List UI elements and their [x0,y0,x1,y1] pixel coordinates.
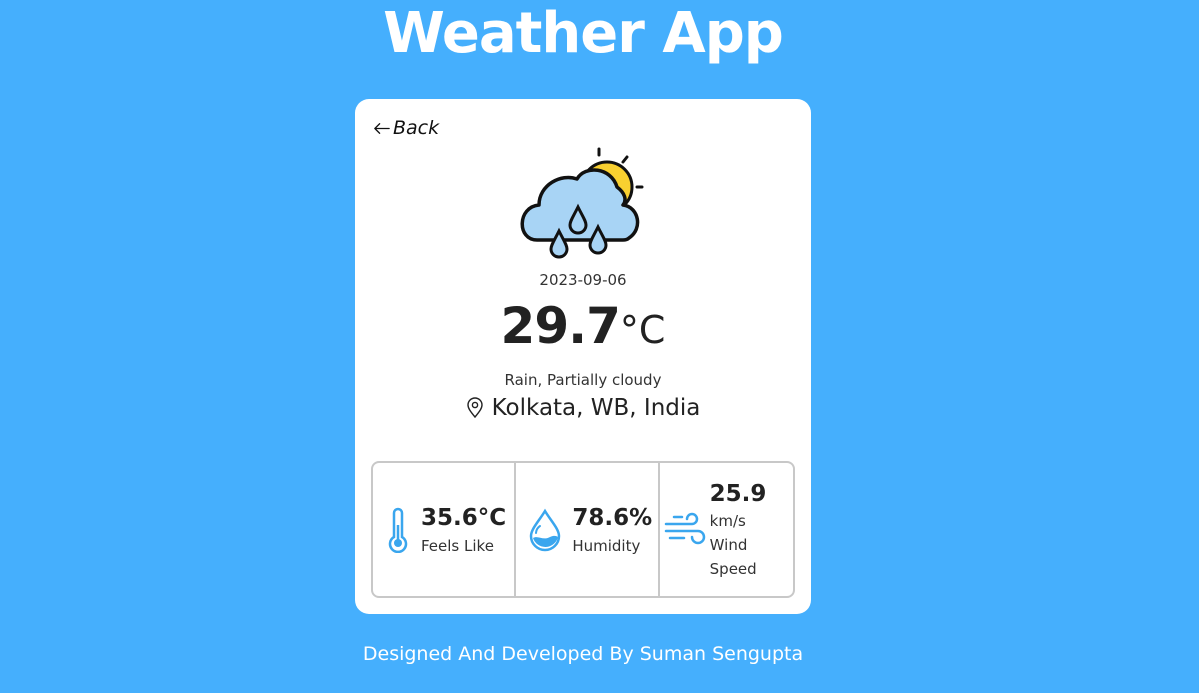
location-label: Kolkata, WB, India [491,395,701,421]
stats-panel: 35.6°C Feels Like 78.6% Humidity 25.9 km… [371,461,795,598]
temperature-value: 29.7 [500,297,621,355]
thermometer-icon [388,507,408,553]
water-drop-icon [530,508,561,551]
humidity-value: 78.6% [572,504,653,531]
condition-label: Rain, Partially cloudy [504,371,662,389]
feels-like-value: 35.6°C [421,504,507,531]
wind-unit: km/s [709,511,746,530]
footer-credit: Designed And Developed By Suman Sengupta [362,643,804,665]
wind-icon [664,512,705,544]
temperature-unit: °C [619,308,666,352]
date-label: 2023-09-06 [539,271,627,289]
stat-feels-like: 35.6°C Feels Like [373,463,517,596]
location: Kolkata, WB, India [355,395,811,421]
rain-cloud-sun-icon [520,147,644,259]
weather-card: Back 2023-09-06 29.7°C Rain, Partially c… [355,99,811,614]
arrow-left-icon [374,122,390,134]
stat-humidity: 78.6% Humidity [516,463,660,596]
wind-label-line1: Wind [709,535,748,554]
wind-value: 25.9 [709,480,767,507]
feels-like-label: Feels Like [421,536,494,555]
humidity-label: Humidity [572,536,641,555]
back-label: Back [393,117,440,139]
wind-label-line2: Speed [709,559,757,578]
stat-wind: 25.9 km/s Wind Speed [660,463,793,596]
map-pin-icon [466,397,483,419]
back-button[interactable]: Back [372,117,439,139]
app-title: Weather App [383,1,784,66]
temperature-display: 29.7°C [355,297,811,355]
